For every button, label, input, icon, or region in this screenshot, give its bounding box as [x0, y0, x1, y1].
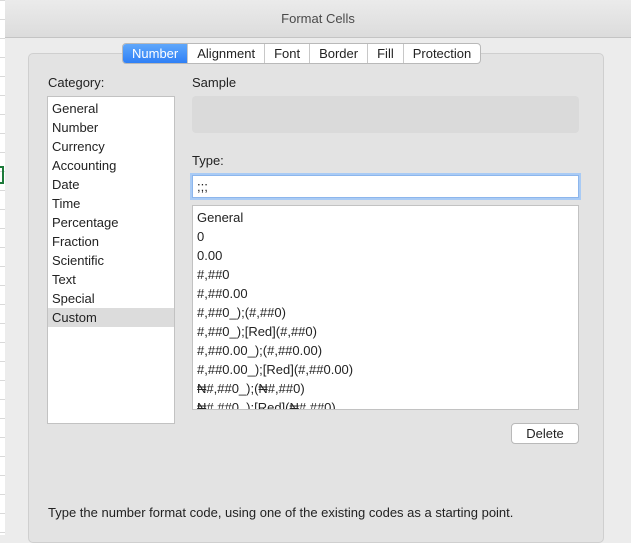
window-title: Format Cells [281, 11, 355, 26]
tab-protection[interactable]: Protection [402, 44, 481, 63]
active-cell-marker [0, 166, 4, 184]
format-code-item[interactable]: General [193, 208, 578, 227]
tab-fill[interactable]: Fill [367, 44, 403, 63]
category-item-time[interactable]: Time [48, 194, 174, 213]
category-item-custom[interactable]: Custom [48, 308, 174, 327]
category-item-accounting[interactable]: Accounting [48, 156, 174, 175]
category-item-fraction[interactable]: Fraction [48, 232, 174, 251]
format-code-item[interactable]: ₦#,##0_);(₦#,##0) [193, 379, 578, 398]
format-code-item[interactable]: #,##0.00 [193, 284, 578, 303]
tab-alignment[interactable]: Alignment [187, 44, 264, 63]
format-code-item[interactable]: #,##0_);(#,##0) [193, 303, 578, 322]
tab-bar: Number Alignment Font Border Fill Protection [122, 43, 482, 64]
type-label: Type: [192, 153, 224, 168]
category-item-scientific[interactable]: Scientific [48, 251, 174, 270]
category-item-percentage[interactable]: Percentage [48, 213, 174, 232]
tab-font[interactable]: Font [264, 44, 309, 63]
format-code-item[interactable]: #,##0.00_);(#,##0.00) [193, 341, 578, 360]
format-code-item[interactable]: #,##0 [193, 265, 578, 284]
tab-number[interactable]: Number [123, 44, 188, 63]
format-code-item[interactable]: 0.00 [193, 246, 578, 265]
format-code-list[interactable]: General 0 0.00 #,##0 #,##0.00 #,##0_);(#,##0)… [192, 205, 579, 410]
format-code-item[interactable]: #,##0.00_);[Red](#,##0.00) [193, 360, 578, 379]
category-list[interactable]: General Number Currency Accounting Date Time P… [47, 96, 175, 424]
sample-label: Sample [192, 75, 237, 90]
format-code-item[interactable]: #,##0_);[Red](#,##0) [193, 322, 578, 341]
tab-border[interactable]: Border [309, 44, 367, 63]
title-bar[interactable]: Format Cells [5, 0, 631, 38]
format-code-item[interactable]: 0 [193, 227, 578, 246]
hint-text: Type the number format code, using one o… [48, 505, 514, 520]
delete-button[interactable]: Delete [511, 423, 579, 444]
category-item-general[interactable]: General [48, 99, 174, 118]
format-code-item[interactable]: ₦#,##0_);[Red](₦#,##0) [193, 398, 578, 409]
format-cells-dialog: Format Cells Number Alignment Font Border Fi… [5, 0, 631, 543]
category-label: Category: [48, 75, 105, 90]
category-item-currency[interactable]: Currency [48, 137, 174, 156]
category-item-date[interactable]: Date [48, 175, 174, 194]
sample-preview [192, 96, 579, 133]
category-item-text[interactable]: Text [48, 270, 174, 289]
category-item-special[interactable]: Special [48, 289, 174, 308]
category-item-number[interactable]: Number [48, 118, 174, 137]
type-input[interactable] [192, 175, 579, 198]
